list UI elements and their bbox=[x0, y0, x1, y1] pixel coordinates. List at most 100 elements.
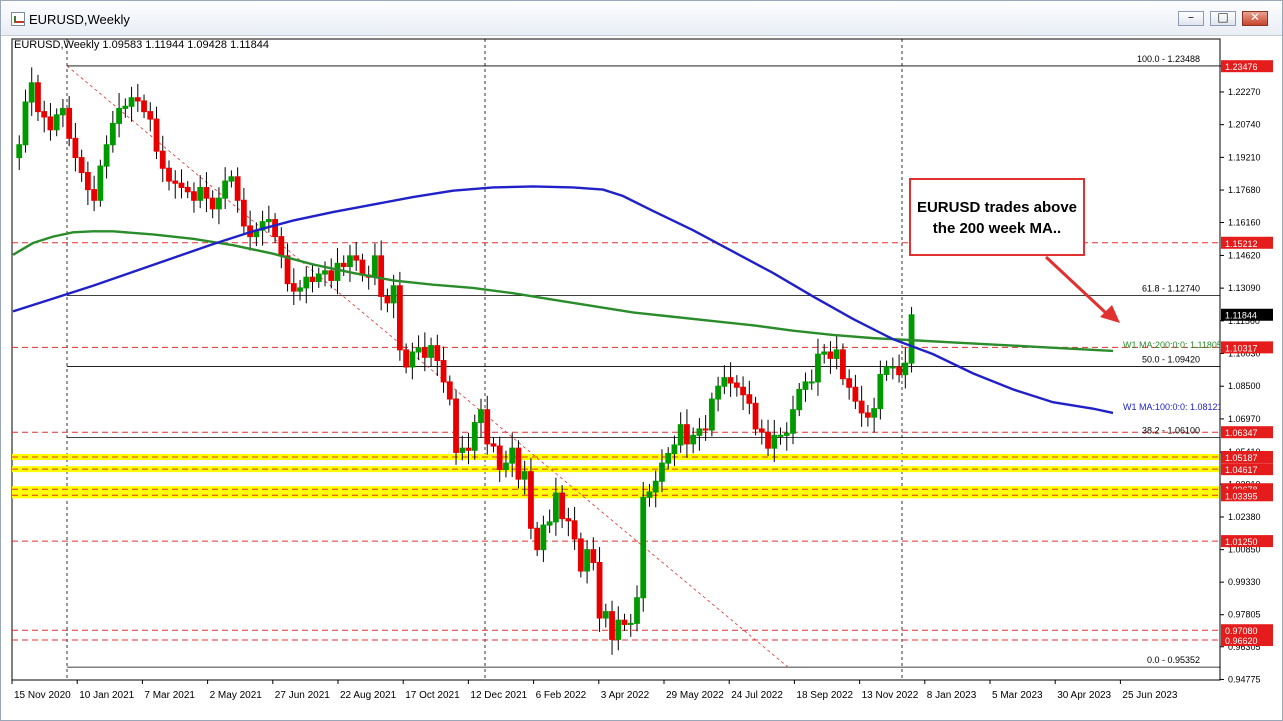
candle-body bbox=[528, 471, 534, 529]
candle-body bbox=[559, 492, 566, 520]
fib-label: 50.0 - 1.09420 bbox=[1142, 355, 1200, 365]
candle-body bbox=[602, 611, 609, 619]
price-tick-label: 1.16160 bbox=[1228, 218, 1261, 228]
fib-label: 61.8 - 1.12740 bbox=[1142, 284, 1200, 294]
candle-body bbox=[290, 283, 297, 292]
candle-body bbox=[902, 362, 909, 376]
candle-body bbox=[871, 408, 878, 418]
candle-body bbox=[28, 82, 35, 103]
candle-body bbox=[715, 385, 722, 400]
price-tick-label: 0.99330 bbox=[1228, 577, 1261, 587]
candle-body bbox=[577, 538, 584, 572]
time-tick-label: 13 Nov 2022 bbox=[862, 690, 919, 701]
candle-body bbox=[78, 157, 85, 174]
candle-body bbox=[372, 255, 378, 278]
candle-body bbox=[783, 432, 790, 436]
minimize-icon: – bbox=[1188, 10, 1194, 24]
candle-body bbox=[827, 351, 834, 359]
candle-body bbox=[465, 447, 472, 451]
candle-body bbox=[671, 444, 678, 455]
title-bar[interactable]: EURUSD,Weekly – □ ✕ bbox=[1, 1, 1282, 36]
time-tick-label: 7 Mar 2021 bbox=[144, 690, 195, 701]
candle-body bbox=[216, 197, 222, 210]
level-price-label: 1.01250 bbox=[1225, 537, 1258, 547]
candle-body bbox=[496, 445, 503, 471]
candle-body bbox=[777, 434, 784, 437]
time-tick-label: 2 May 2021 bbox=[210, 690, 263, 701]
price-tick-label: 1.22270 bbox=[1228, 87, 1261, 97]
candle-body bbox=[159, 150, 166, 169]
price-tick-label: 1.02380 bbox=[1228, 512, 1261, 522]
candle-body bbox=[35, 82, 41, 113]
candle-body bbox=[490, 443, 497, 447]
candle-body bbox=[896, 366, 902, 376]
candle-body bbox=[484, 409, 491, 445]
candle-body bbox=[228, 176, 235, 182]
candle-body bbox=[621, 619, 628, 625]
candle-body bbox=[265, 219, 272, 223]
candle-body bbox=[16, 144, 23, 159]
time-tick-label: 25 Jun 2023 bbox=[1122, 690, 1177, 701]
minimize-button[interactable]: – bbox=[1178, 10, 1204, 26]
candle-body bbox=[122, 105, 129, 109]
candle-body bbox=[877, 373, 884, 410]
candle-body bbox=[571, 520, 578, 540]
candle-body bbox=[640, 496, 647, 599]
price-chart-svg[interactable]: 100.0 - 1.23488 61.8 - 1.12740 50.0 - 1.09… bbox=[10, 35, 1274, 715]
candle-body bbox=[659, 462, 665, 482]
candle-body bbox=[172, 180, 179, 184]
candle-body bbox=[627, 622, 634, 625]
candle-body bbox=[315, 273, 322, 282]
time-tick-label: 6 Feb 2022 bbox=[536, 690, 587, 701]
candle-body bbox=[309, 276, 316, 282]
maximize-button[interactable]: □ bbox=[1210, 10, 1236, 26]
candle-body bbox=[322, 270, 328, 275]
candle-body bbox=[858, 400, 865, 414]
time-tick-label: 10 Jan 2021 bbox=[79, 690, 134, 701]
time-tick-label: 12 Dec 2021 bbox=[470, 690, 527, 701]
candle-body bbox=[415, 347, 422, 353]
close-icon: ✕ bbox=[1249, 10, 1261, 24]
candle-body bbox=[97, 165, 104, 201]
candle-body bbox=[128, 97, 135, 107]
time-tick-label: 30 Apr 2023 bbox=[1057, 690, 1111, 701]
candle-body bbox=[552, 492, 559, 523]
candle-body bbox=[740, 386, 746, 396]
candle-body bbox=[840, 349, 846, 380]
time-tick-label: 18 Sep 2022 bbox=[796, 690, 853, 701]
fib-label: 38.2 - 1.06100 bbox=[1142, 425, 1200, 435]
level-price-label: 0.96620 bbox=[1225, 636, 1258, 646]
price-tick-label: 1.06970 bbox=[1228, 414, 1261, 424]
price-tick-label: 1.17680 bbox=[1228, 185, 1261, 195]
candle-body bbox=[765, 431, 771, 449]
candle-body bbox=[297, 287, 303, 292]
candle-body bbox=[864, 412, 871, 418]
level-price-label: 1.03395 bbox=[1225, 491, 1258, 501]
candle-body bbox=[503, 462, 509, 471]
candle-body bbox=[384, 295, 391, 304]
candle-body bbox=[166, 167, 172, 182]
candle-body bbox=[815, 353, 821, 383]
candle-body bbox=[609, 611, 615, 640]
candle-body bbox=[272, 219, 278, 238]
time-tick-label: 24 Jul 2022 bbox=[731, 690, 783, 701]
price-tick-label: 1.19210 bbox=[1228, 152, 1261, 162]
candle-body bbox=[41, 111, 48, 118]
close-button[interactable]: ✕ bbox=[1242, 10, 1268, 26]
candle-body bbox=[852, 386, 859, 402]
candle-body bbox=[47, 116, 54, 131]
candle-body bbox=[733, 382, 740, 388]
level-price-label: 1.04617 bbox=[1225, 465, 1258, 475]
candle-body bbox=[359, 259, 366, 276]
price-tick-label: 1.08500 bbox=[1228, 381, 1261, 391]
candle-body bbox=[347, 255, 353, 268]
candle-body bbox=[353, 255, 360, 261]
chart-area[interactable]: 100.0 - 1.23488 61.8 - 1.12740 50.0 - 1.09… bbox=[10, 35, 1274, 715]
price-tick-label: 0.97805 bbox=[1228, 610, 1261, 620]
candle-body bbox=[752, 402, 759, 430]
ma-200-label: W1 MA:200:0:0: 1.11805 bbox=[1123, 340, 1222, 350]
price-tick-label: 0.94775 bbox=[1228, 674, 1261, 684]
candle-body bbox=[53, 114, 60, 131]
time-tick-label: 27 Jun 2021 bbox=[275, 690, 330, 701]
time-tick-label: 29 May 2022 bbox=[666, 690, 724, 701]
